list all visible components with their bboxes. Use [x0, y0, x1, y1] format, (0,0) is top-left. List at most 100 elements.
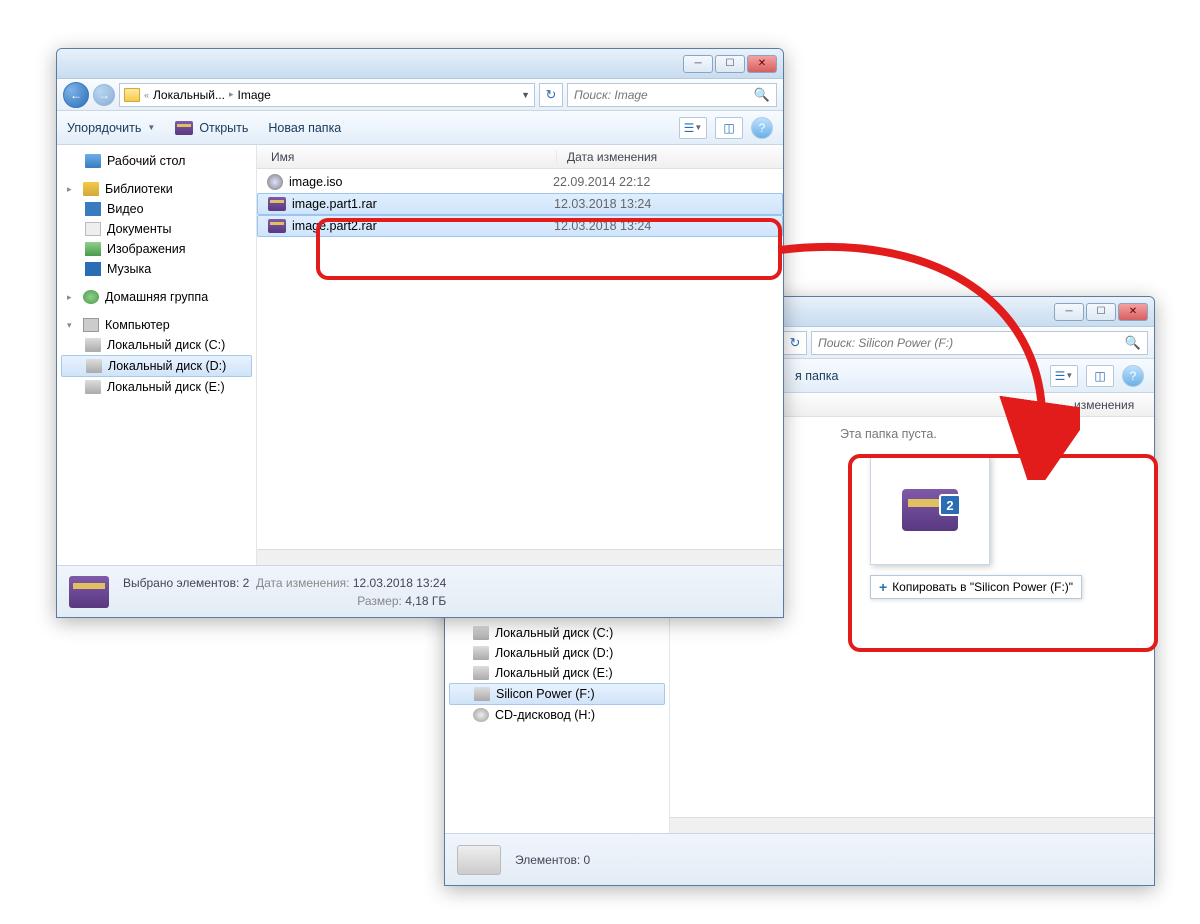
sidebar-item-computer[interactable]: ▾Компьютер [61, 315, 252, 335]
sidebar-item-drive-d[interactable]: Локальный диск (D:) [449, 643, 665, 663]
sidebar-item-images[interactable]: Изображения [61, 239, 252, 259]
search-box[interactable]: 🔍 [567, 83, 777, 107]
search-box[interactable]: 🔍 [811, 331, 1148, 355]
sidebar-item-drive-f[interactable]: Silicon Power (F:) [449, 683, 665, 705]
cd-icon [473, 708, 489, 722]
column-date[interactable]: изменения [1064, 398, 1154, 412]
sidebar-item-drive-e[interactable]: Локальный диск (E:) [61, 377, 252, 397]
toolbar: Упорядочить ▼ Открыть Новая папка ☰▼ ◫ ? [57, 111, 783, 145]
help-button[interactable]: ? [751, 117, 773, 139]
file-date: 12.03.2018 13:24 [554, 219, 651, 233]
rar-large-icon [69, 576, 109, 608]
sidebar-item-homegroup[interactable]: ▸Домашняя группа [61, 287, 252, 307]
drive-icon [473, 626, 489, 640]
navbar: ← → « Локальный... ▸ Image ▼ ↻ 🔍 [57, 79, 783, 111]
view-options-button[interactable]: ☰▼ [679, 117, 707, 139]
file-row[interactable]: image.part1.rar 12.03.2018 13:24 [257, 193, 783, 215]
help-button[interactable]: ? [1122, 365, 1144, 387]
sidebar-item-drive-e[interactable]: Локальный диск (E:) [449, 663, 665, 683]
forward-button[interactable]: → [93, 84, 115, 106]
rar-icon [268, 219, 286, 233]
library-icon [83, 182, 99, 196]
horizontal-scrollbar[interactable] [257, 549, 783, 565]
minimize-button[interactable]: ─ [1054, 303, 1084, 321]
status-text: Выбрано элементов: 2 Дата изменения: 12.… [123, 574, 446, 610]
sidebar: Рабочий стол ▸Библиотеки Видео Документы… [57, 145, 257, 565]
drive-large-icon [457, 845, 501, 875]
refresh-button[interactable]: ↻ [539, 83, 563, 107]
maximize-button[interactable]: ☐ [1086, 303, 1116, 321]
status-text: Элементов: 0 [515, 851, 590, 869]
drag-tooltip: + Копировать в "Silicon Power (F:)" [870, 575, 1082, 599]
file-date: 22.09.2014 22:12 [553, 175, 650, 189]
sidebar-item-cd-drive[interactable]: CD-дисковод (H:) [449, 705, 665, 725]
file-date: 12.03.2018 13:24 [554, 197, 651, 211]
list-body[interactable]: image.iso 22.09.2014 22:12 image.part1.r… [257, 169, 783, 549]
drive-icon [474, 687, 490, 701]
breadcrumb-part[interactable]: Локальный... [153, 88, 225, 102]
drive-icon [85, 380, 101, 394]
list-header[interactable]: Имя Дата изменения [257, 145, 783, 169]
maximize-button[interactable]: ☐ [715, 55, 745, 73]
close-button[interactable]: ✕ [747, 55, 777, 73]
rar-icon [175, 121, 193, 135]
video-icon [85, 202, 101, 216]
images-icon [85, 242, 101, 256]
search-icon: 🔍 [1125, 335, 1141, 351]
explorer-window-source: ─ ☐ ✕ ← → « Локальный... ▸ Image ▼ ↻ 🔍 У… [56, 48, 784, 618]
column-date[interactable]: Дата изменения [557, 150, 783, 164]
breadcrumb-part[interactable]: Image [238, 88, 271, 102]
open-button[interactable]: Открыть [175, 121, 248, 135]
desktop-icon [85, 154, 101, 168]
drive-icon [473, 666, 489, 680]
statusbar: Элементов: 0 [445, 833, 1154, 885]
search-input[interactable] [574, 88, 754, 102]
sidebar-item-documents[interactable]: Документы [61, 219, 252, 239]
iso-icon [267, 174, 283, 190]
titlebar[interactable]: ─ ☐ ✕ [57, 49, 783, 79]
expand-icon[interactable]: ▾ [67, 320, 77, 331]
drag-count-badge: 2 [939, 494, 961, 516]
sidebar-item-libraries[interactable]: ▸Библиотеки [61, 179, 252, 199]
drive-icon [473, 646, 489, 660]
expand-icon[interactable]: ▸ [67, 292, 77, 303]
expand-icon[interactable]: ▸ [67, 184, 77, 195]
new-folder-button[interactable]: я папка [795, 369, 838, 383]
statusbar: Выбрано элементов: 2 Дата изменения: 12.… [57, 565, 783, 617]
file-row[interactable]: image.iso 22.09.2014 22:12 [257, 171, 783, 193]
sidebar-item-drive-c[interactable]: Локальный диск (C:) [449, 623, 665, 643]
homegroup-icon [83, 290, 99, 304]
minimize-button[interactable]: ─ [683, 55, 713, 73]
drive-icon [86, 359, 102, 373]
search-input[interactable] [818, 336, 1125, 350]
chevron-icon: « [144, 90, 149, 100]
preview-pane-button[interactable]: ◫ [1086, 365, 1114, 387]
computer-icon [83, 318, 99, 332]
close-button[interactable]: ✕ [1118, 303, 1148, 321]
refresh-button[interactable]: ↻ [783, 331, 807, 355]
chevron-icon: ▸ [229, 89, 234, 100]
sidebar-item-drive-c[interactable]: Локальный диск (C:) [61, 335, 252, 355]
view-options-button[interactable]: ☰▼ [1050, 365, 1078, 387]
column-name[interactable]: Имя [257, 150, 557, 164]
preview-pane-button[interactable]: ◫ [715, 117, 743, 139]
horizontal-scrollbar[interactable] [670, 817, 1154, 833]
sidebar-item-video[interactable]: Видео [61, 199, 252, 219]
documents-icon [85, 222, 101, 236]
new-folder-button[interactable]: Новая папка [268, 121, 341, 135]
sidebar-item-music[interactable]: Музыка [61, 259, 252, 279]
back-button[interactable]: ← [63, 82, 89, 108]
organize-button[interactable]: Упорядочить ▼ [67, 121, 155, 135]
breadcrumb[interactable]: « Локальный... ▸ Image ▼ [119, 83, 535, 107]
drive-icon [85, 338, 101, 352]
sidebar-item-desktop[interactable]: Рабочий стол [61, 151, 252, 171]
rar-icon [268, 197, 286, 211]
file-list-pane[interactable]: Имя Дата изменения image.iso 22.09.2014 … [257, 145, 783, 565]
file-row[interactable]: image.part2.rar 12.03.2018 13:24 [257, 215, 783, 237]
search-icon: 🔍 [754, 87, 770, 103]
empty-folder-message: Эта папка пуста. [830, 419, 1154, 449]
sidebar-item-drive-d[interactable]: Локальный диск (D:) [61, 355, 252, 377]
breadcrumb-dropdown[interactable]: ▼ [521, 90, 530, 100]
folder-icon [124, 88, 140, 102]
music-icon [85, 262, 101, 276]
